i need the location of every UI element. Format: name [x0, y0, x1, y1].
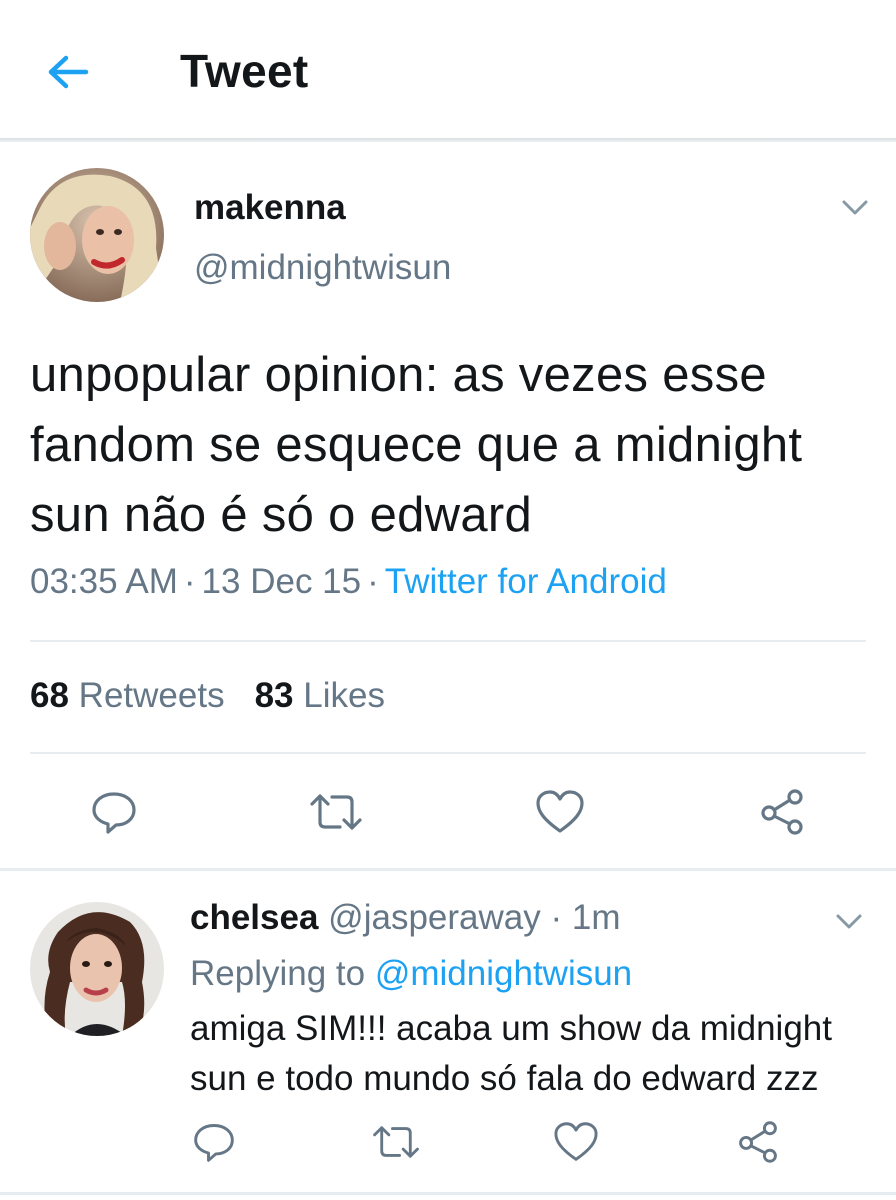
reply-like-button[interactable]: [546, 1112, 606, 1172]
header-divider: [0, 138, 896, 142]
reply-button[interactable]: [84, 782, 144, 842]
replying-to-label: Replying to: [190, 954, 366, 993]
reply-age: 1m: [571, 898, 621, 937]
heart-icon: [535, 789, 585, 835]
author-avatar[interactable]: [30, 168, 164, 302]
tweet-text: unpopular opinion: as vezes esse fandom …: [30, 348, 803, 542]
like-button[interactable]: [530, 782, 590, 842]
separator-dot: ·: [550, 898, 563, 937]
chevron-down-icon: [838, 192, 872, 222]
arrow-left-icon: [46, 54, 90, 90]
top-bar: [0, 0, 896, 138]
author-handle[interactable]: @midnightwisun: [194, 248, 451, 288]
tweet-time: 03:35 AM: [30, 562, 178, 601]
tweet-meta: 03:35 AM · 13 Dec 15 · Twitter for Android: [30, 562, 667, 601]
tweet-date: 13 Dec 15: [201, 562, 362, 601]
reply-header: chelsea @jasperaway · 1m: [190, 898, 621, 938]
reply-retweet-button[interactable]: [366, 1112, 426, 1172]
share-icon: [758, 788, 806, 836]
divider: [30, 640, 866, 642]
reply-display-name[interactable]: chelsea: [190, 898, 318, 937]
retweet-icon: [371, 1122, 421, 1162]
retweets-count: 68: [30, 676, 69, 715]
share-button[interactable]: [752, 782, 812, 842]
reply-reply-button[interactable]: [184, 1112, 244, 1172]
author-display-name[interactable]: makenna: [194, 188, 346, 228]
retweets-label: Retweets: [78, 676, 225, 715]
share-icon: [736, 1120, 780, 1164]
replying-to-mention[interactable]: @midnightwisun: [375, 954, 632, 993]
reply-author-avatar[interactable]: [30, 902, 164, 1036]
tweet-source-link[interactable]: Twitter for Android: [385, 562, 667, 601]
retweet-button[interactable]: [306, 782, 366, 842]
chevron-down-icon: [832, 906, 866, 936]
reply-bubble-icon: [192, 1120, 236, 1164]
back-button[interactable]: [40, 48, 96, 96]
reply-text: amiga SIM!!! acaba um show da midnight s…: [190, 1009, 832, 1098]
reply-share-button[interactable]: [728, 1112, 788, 1172]
reply-options-button[interactable]: [832, 906, 866, 936]
bottom-divider: [0, 1192, 896, 1195]
retweets-stat[interactable]: 68 Retweets: [30, 676, 225, 715]
retweet-icon: [308, 790, 364, 834]
likes-count: 83: [254, 676, 294, 715]
tweet-options-button[interactable]: [838, 192, 872, 222]
divider: [30, 752, 866, 754]
heart-icon: [553, 1121, 599, 1163]
tweet-stats: 68 Retweets 83 Likes: [30, 676, 385, 716]
replying-to: Replying to @midnightwisun: [190, 954, 632, 994]
reply-bubble-icon: [90, 788, 138, 836]
thread-divider: [0, 868, 896, 871]
likes-stat[interactable]: 83 Likes: [255, 676, 385, 715]
page-title: Tweet: [180, 45, 309, 97]
reply-handle[interactable]: @jasperaway: [328, 898, 541, 937]
likes-label: Likes: [303, 676, 385, 715]
